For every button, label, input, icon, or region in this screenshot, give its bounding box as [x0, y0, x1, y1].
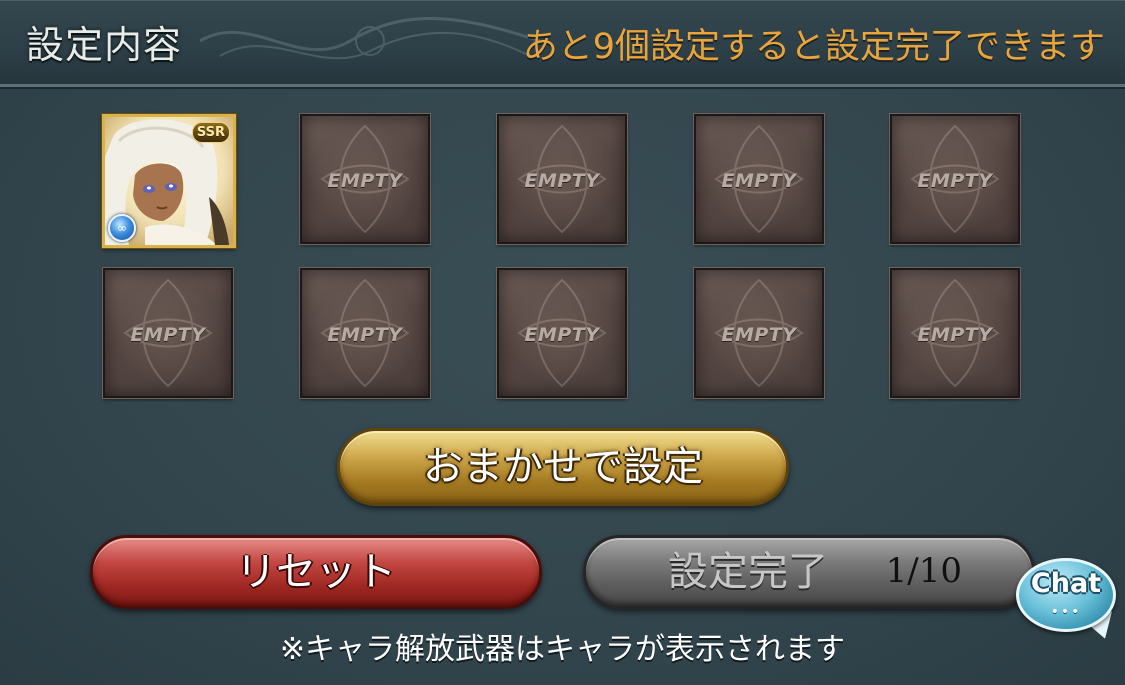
slot-4-empty[interactable]: EMPTY — [693, 113, 825, 245]
slot-5-empty[interactable]: EMPTY — [889, 113, 1021, 245]
complete-setup-button[interactable]: 設定完了 1/10 — [583, 535, 1035, 609]
slot-7-empty[interactable]: EMPTY — [299, 267, 431, 399]
empty-label: EMPTY — [721, 324, 797, 346]
empty-label: EMPTY — [327, 324, 403, 346]
setup-screen: 設定内容 あと9個設定すると設定完了できます SSR ∞ EMPTY EMPTY… — [0, 0, 1125, 685]
ssr-rarity-badge: SSR — [191, 122, 230, 143]
chat-dots-icon: ••• — [1050, 604, 1082, 620]
auto-set-button-label: おまかせで設定 — [423, 444, 703, 490]
footnote-text: ※キャラ解放武器はキャラが表示されます — [279, 632, 846, 667]
slot-6-empty[interactable]: EMPTY — [102, 267, 234, 399]
empty-label: EMPTY — [917, 324, 993, 346]
slot-10-empty[interactable]: EMPTY — [889, 267, 1021, 399]
header-bar: 設定内容 あと9個設定すると設定完了できます — [0, 0, 1125, 87]
reset-button-label: リセット — [236, 549, 396, 595]
reset-button[interactable]: リセット — [90, 535, 542, 609]
complete-setup-button-label: 設定完了 — [668, 549, 828, 595]
empty-label: EMPTY — [524, 170, 600, 192]
chat-label: Chat — [1030, 568, 1102, 599]
slot-2-empty[interactable]: EMPTY — [299, 113, 431, 245]
header-ornament — [199, 17, 541, 60]
slot-8-empty[interactable]: EMPTY — [496, 267, 628, 399]
remaining-notice: あと9個設定すると設定完了できます — [522, 27, 1105, 67]
slot-3-empty[interactable]: EMPTY — [496, 113, 628, 245]
empty-label: EMPTY — [917, 170, 993, 192]
empty-label: EMPTY — [524, 324, 600, 346]
water-element-icon: ∞ — [108, 214, 136, 242]
empty-label: EMPTY — [327, 170, 403, 192]
page-title: 設定内容 — [26, 23, 183, 67]
slot-9-empty[interactable]: EMPTY — [693, 267, 825, 399]
slot-1-character-card[interactable]: SSR ∞ — [102, 114, 236, 248]
empty-label: EMPTY — [721, 170, 797, 192]
selection-count: 1/10 — [885, 551, 962, 591]
empty-label: EMPTY — [130, 324, 206, 346]
auto-set-button[interactable]: おまかせで設定 — [337, 428, 789, 506]
